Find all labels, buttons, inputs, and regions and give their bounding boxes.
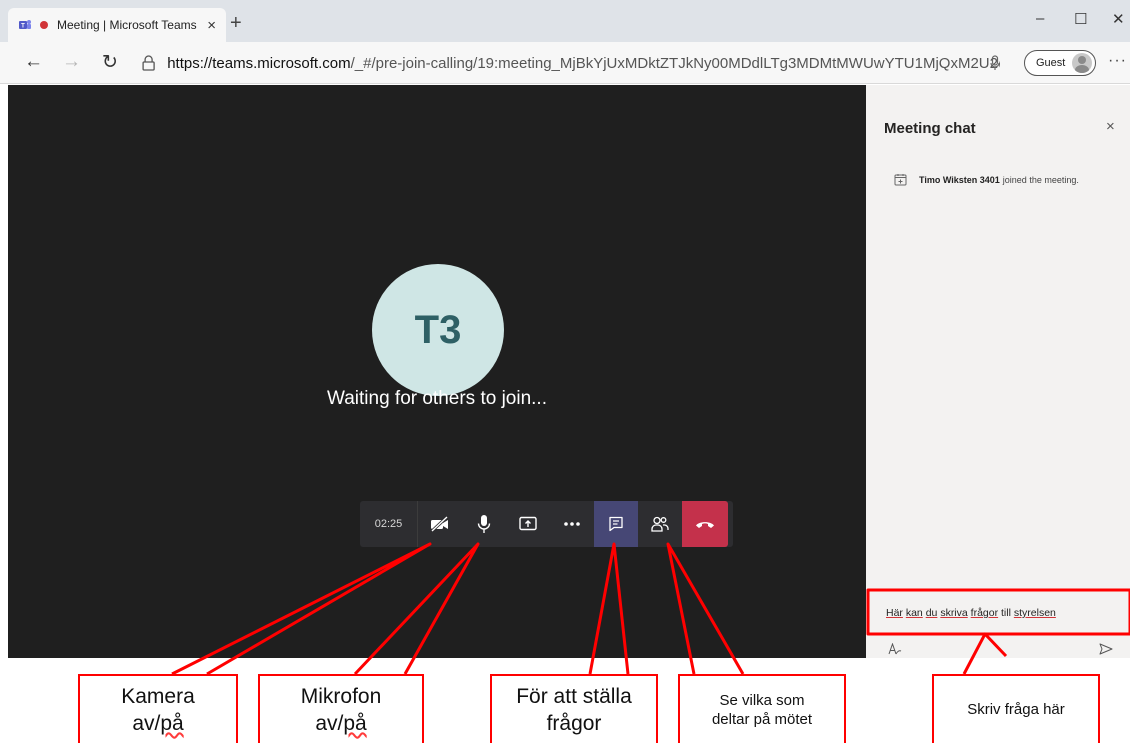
call-timer: 02:25 <box>360 501 418 547</box>
camera-toggle-button[interactable] <box>418 501 462 547</box>
lock-icon <box>142 55 155 71</box>
camera-off-icon <box>430 516 449 532</box>
maximize-button[interactable]: ☐ <box>1074 10 1087 28</box>
compose-word: till <box>1001 607 1011 619</box>
url-path: /_#/pre-join-calling/19:meeting_MjBkYjUx… <box>350 54 1000 72</box>
callout-write-text: Skriv fråga här <box>967 701 1065 719</box>
calendar-join-icon <box>894 174 907 186</box>
minimize-button[interactable]: – <box>1036 10 1044 27</box>
compose-word: kan <box>905 607 923 619</box>
forward-button[interactable]: → <box>62 51 81 73</box>
more-actions-button[interactable] <box>550 501 594 547</box>
profile-label: Guest <box>1036 57 1066 69</box>
send-icon[interactable] <box>1099 643 1113 655</box>
callout-camera-line1: Kamera <box>121 684 195 708</box>
callout-participants: Se vilka som deltar på mötet <box>678 674 846 743</box>
svg-text:T: T <box>21 24 25 30</box>
compose-word: du <box>925 607 938 619</box>
participants-button[interactable] <box>638 501 682 547</box>
callout-mic-line2a: av/ <box>315 712 344 735</box>
meeting-chat-panel: Meeting chat × Timo Wiksten 3401 joined … <box>866 85 1130 658</box>
callout-questions: För att ställa frågor <box>490 674 658 743</box>
call-controls-bar: 02:25 <box>360 501 733 547</box>
chat-toggle-button[interactable] <box>594 501 638 547</box>
mic-icon <box>477 515 491 533</box>
teams-icon: T <box>19 20 31 30</box>
meeting-stage: T3 Waiting for others to join... 02:25 <box>8 85 866 658</box>
callout-camera-line2b: på <box>160 712 184 735</box>
close-window-button[interactable]: ✕ <box>1112 10 1125 28</box>
recording-dot-icon <box>40 21 48 29</box>
browser-tab[interactable]: T Meeting | Microsoft Teams × <box>8 8 226 42</box>
hang-up-button[interactable] <box>682 501 728 547</box>
callout-participants-line1: Se vilka som <box>719 691 805 709</box>
share-screen-button[interactable] <box>506 501 550 547</box>
join-name: Timo Wiksten 3401 <box>919 174 1000 185</box>
callout-participants-line2: deltar på mötet <box>711 711 813 728</box>
hang-up-icon <box>696 522 714 528</box>
mic-toggle-button[interactable] <box>462 501 506 547</box>
refresh-button[interactable]: ↻ <box>102 51 118 74</box>
callout-questions-line1: För att ställa <box>516 684 632 708</box>
microphone-icon[interactable] <box>990 55 1000 71</box>
callout-camera-line2a: av/ <box>132 712 161 735</box>
guest-avatar <box>1072 53 1092 73</box>
waiting-message: Waiting for others to join... <box>326 388 547 409</box>
tab-close-icon[interactable]: × <box>207 17 216 34</box>
url-host: https://teams.microsoft.com <box>167 54 351 72</box>
participant-avatar: T3 <box>372 264 504 396</box>
profile-button[interactable]: Guest <box>1024 50 1096 76</box>
chat-close-button[interactable]: × <box>1106 118 1115 135</box>
compose-word: Här <box>886 607 903 619</box>
tab-title: Meeting | Microsoft Teams <box>57 18 197 32</box>
url-field[interactable]: https://teams.microsoft.com/_#/pre-join-… <box>140 49 1000 77</box>
participants-icon <box>651 516 669 532</box>
share-screen-icon <box>519 516 537 531</box>
callout-mic-line2b: på <box>343 712 367 735</box>
new-tab-button[interactable]: + <box>230 13 242 33</box>
chat-icon <box>609 516 623 532</box>
chat-compose-input[interactable]: Här kan du skriva frågor till styrelsen <box>878 593 1123 633</box>
chat-title: Meeting chat <box>884 120 976 137</box>
join-notification: Timo Wiksten 3401 joined the meeting. <box>894 173 1079 186</box>
callout-mic: Mikrofon av/på <box>258 674 424 743</box>
compose-word: frågor <box>970 607 999 619</box>
compose-word: skriva <box>940 607 968 619</box>
callout-write-question: Skriv fråga här <box>932 674 1100 743</box>
more-options-icon <box>564 522 580 526</box>
browser-tab-bar: T Meeting | Microsoft Teams × + – ☐ ✕ <box>0 0 1130 42</box>
callout-camera: Kamera av/på <box>78 674 238 743</box>
callout-mic-line1: Mikrofon <box>300 684 382 708</box>
browser-menu-button[interactable]: ··· <box>1108 52 1127 70</box>
compose-word: styrelsen <box>1013 607 1056 619</box>
back-button[interactable]: ← <box>24 51 43 73</box>
join-text: joined the meeting. <box>1002 174 1079 185</box>
format-icon[interactable] <box>888 643 902 655</box>
callout-questions-line2: frågor <box>546 712 602 735</box>
screen: T Meeting | Microsoft Teams × + – ☐ ✕ ← … <box>0 0 1130 743</box>
address-bar: ← → ↻ https://teams.microsoft.com/_#/pre… <box>0 42 1130 84</box>
